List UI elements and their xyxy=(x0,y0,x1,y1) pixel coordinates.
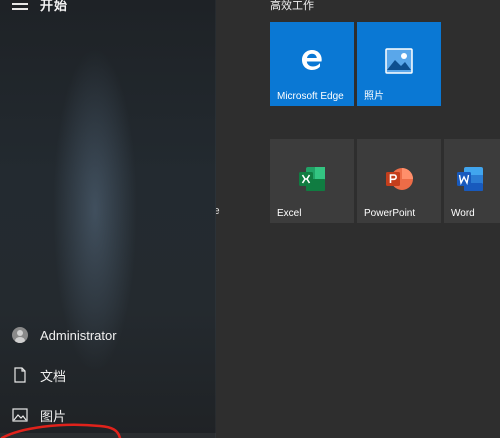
photos-icon xyxy=(385,48,413,79)
tile-powerpoint[interactable]: PowerPoint xyxy=(357,139,441,223)
tile-excel[interactable]: Excel xyxy=(270,139,354,223)
tile-label: 照片 xyxy=(364,91,384,102)
nav-item-label: Administrator xyxy=(40,327,117,343)
user-avatar-icon xyxy=(12,327,28,343)
excel-icon xyxy=(298,166,326,197)
document-icon xyxy=(0,367,40,383)
pictures-icon xyxy=(0,408,40,422)
nav-item-pictures[interactable]: 图片 xyxy=(0,395,216,435)
tile-label: Word xyxy=(451,208,475,219)
tile-photos[interactable]: 照片 xyxy=(357,22,441,106)
start-menu: 高效工作 Microsoft Edge 照片 Excel PowerPoint … xyxy=(0,0,500,438)
nav-item-user[interactable]: Administrator xyxy=(0,315,216,355)
word-icon xyxy=(456,166,484,197)
powerpoint-icon xyxy=(385,166,413,197)
tile-label: Microsoft Edge xyxy=(277,91,344,102)
tile-label: PowerPoint xyxy=(364,208,416,219)
nav-pane: 开始 Administrator 文档 图片 xyxy=(0,0,216,438)
start-title: 开始 xyxy=(40,0,69,13)
edge-icon xyxy=(298,46,326,79)
tile-word[interactable]: Word xyxy=(444,139,500,223)
nav-bottom-edge xyxy=(0,433,216,438)
tile-label: Excel xyxy=(277,208,302,219)
nav-item-label: 文档 xyxy=(40,368,67,384)
hamburger-menu-icon[interactable] xyxy=(12,0,28,12)
nav-item-label: 图片 xyxy=(40,408,67,424)
nav-item-documents[interactable]: 文档 xyxy=(0,355,216,395)
tile-microsoft-edge[interactable]: Microsoft Edge xyxy=(270,22,354,106)
tile-group-title[interactable]: 高效工作 xyxy=(270,0,314,13)
